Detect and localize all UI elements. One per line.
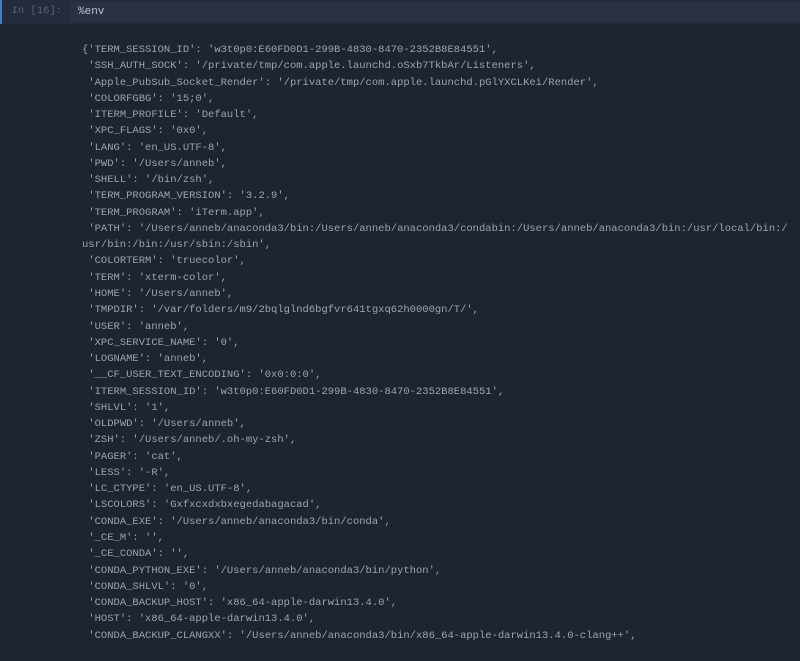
output-text: {'TERM_SESSION_ID': 'w3t0p0:E60FD0D1-299… <box>68 36 800 654</box>
code-input[interactable]: %env <box>70 2 800 22</box>
magic-command: %env <box>78 6 104 18</box>
output-cell: {'TERM_SESSION_ID': 'w3t0p0:E60FD0D1-299… <box>0 30 800 660</box>
input-cell: In [16]: %env <box>0 0 800 24</box>
output-prompt <box>0 36 68 654</box>
input-prompt: In [16]: <box>2 2 70 22</box>
